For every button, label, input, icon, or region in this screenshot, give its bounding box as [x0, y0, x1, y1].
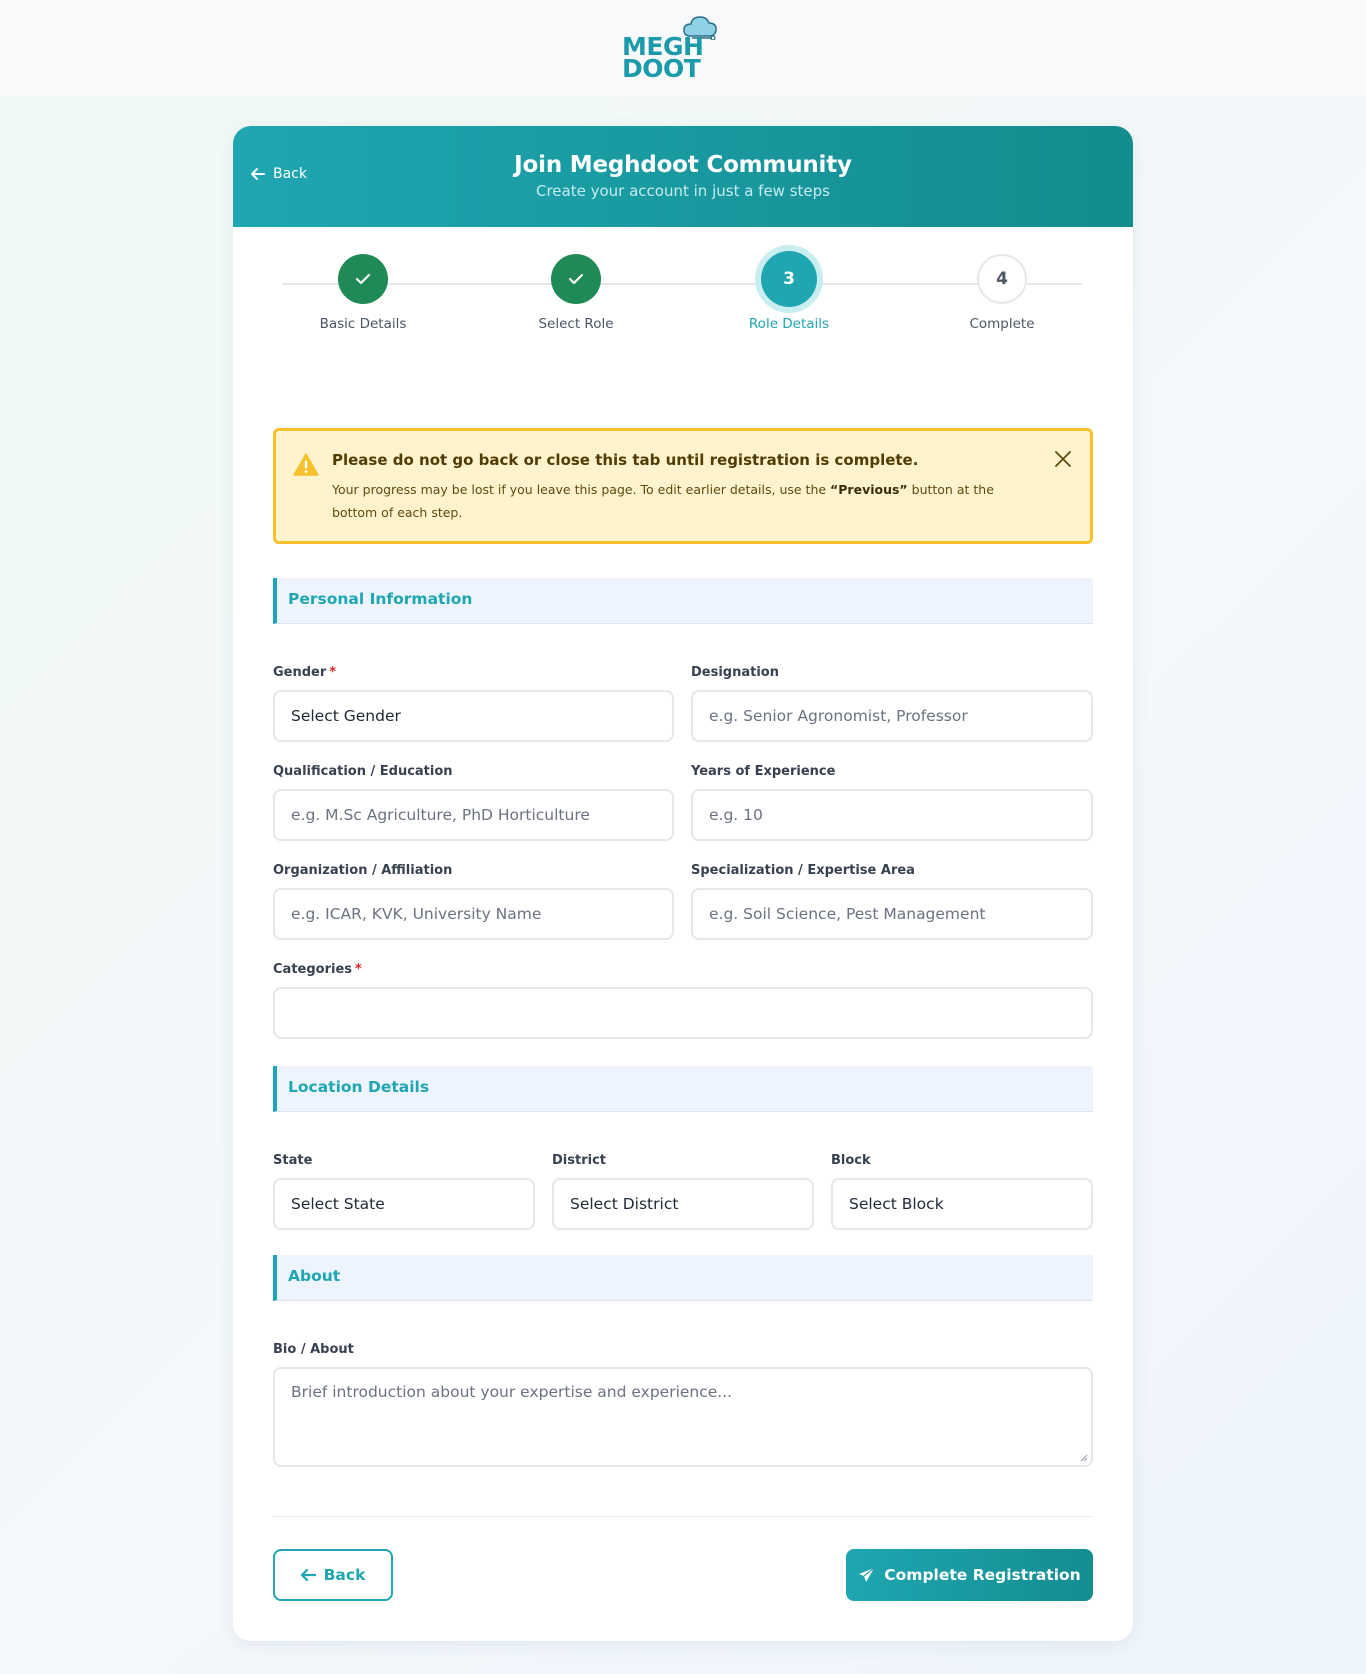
logo-line-2: DOOT [622, 54, 701, 83]
state-select[interactable]: Select State [273, 1178, 535, 1230]
block-field: Block Select Block [831, 1153, 1093, 1230]
section-title: Location Details [288, 1078, 430, 1096]
registration-card: Back Join Meghdoot Community Create your… [233, 126, 1133, 1641]
categories-field: Categories * [273, 962, 1093, 1039]
organization-field: Organization / Affiliation e.g. ICAR, KV… [273, 863, 674, 940]
district-select[interactable]: Select District [552, 1178, 814, 1230]
section-title: About [288, 1267, 341, 1285]
qualification-field: Qualification / Education e.g. M.Sc Agri… [273, 764, 674, 841]
step-complete: 4 Complete [922, 254, 1082, 332]
card-header: Back Join Meghdoot Community Create your… [233, 126, 1133, 227]
step-circle: 3 [761, 251, 817, 307]
bio-field: Bio / About Brief introduction about you… [273, 1342, 1093, 1467]
alert-body: Your progress may be lost if you leave t… [332, 478, 1042, 524]
back-button[interactable]: Back [273, 1549, 393, 1601]
resize-handle-icon[interactable] [1079, 1453, 1088, 1462]
experience-field: Years of Experience e.g. 10 [691, 764, 1093, 841]
section-about: About [273, 1255, 1093, 1301]
complete-registration-button[interactable]: Complete Registration [846, 1549, 1093, 1601]
qualification-label: Qualification / Education [273, 764, 453, 779]
close-icon[interactable] [1054, 450, 1072, 468]
gender-label: Gender * [273, 665, 337, 680]
step-basic-details: Basic Details [283, 254, 443, 332]
block-select[interactable]: Select Block [831, 1178, 1093, 1230]
step-select-role: Select Role [496, 254, 656, 332]
bio-placeholder: Brief introduction about your expertise … [291, 1383, 733, 1401]
experience-input[interactable]: e.g. 10 [691, 789, 1093, 841]
section-location-details: Location Details [273, 1066, 1093, 1112]
step-circle [551, 254, 601, 304]
step-label: Select Role [538, 316, 614, 332]
page-subtitle: Create your account in just a few steps [536, 182, 830, 200]
state-field: State Select State [273, 1153, 535, 1230]
section-title: Personal Information [288, 590, 473, 608]
step-circle: 4 [977, 254, 1027, 304]
bio-label: Bio / About [273, 1342, 354, 1357]
top-bar: MEGH DOOT [0, 0, 1366, 96]
designation-label: Designation [691, 665, 779, 680]
check-icon [355, 273, 371, 285]
experience-label: Years of Experience [691, 764, 836, 779]
alert-body-text: Your progress may be lost if you leave t… [332, 482, 831, 497]
registration-stepper: Basic Details Select Role 3 Role Details… [233, 251, 1133, 354]
alert-title: Please do not go back or close this tab … [332, 451, 919, 469]
state-label: State [273, 1153, 313, 1168]
categories-label: Categories * [273, 962, 362, 977]
check-icon [568, 273, 584, 285]
district-label: District [552, 1153, 606, 1168]
back-button-label: Back [323, 1566, 366, 1584]
alert-body-emphasis: “Previous” [830, 482, 908, 497]
warning-triangle-icon [293, 453, 319, 476]
step-role-details: 3 Role Details [709, 251, 869, 332]
step-label: Basic Details [319, 316, 407, 332]
organization-label: Organization / Affiliation [273, 863, 453, 878]
warning-alert: Please do not go back or close this tab … [273, 428, 1093, 544]
section-personal-information: Personal Information [273, 578, 1093, 624]
complete-button-label: Complete Registration [884, 1566, 1081, 1584]
step-label: Role Details [748, 316, 830, 332]
actions-divider [273, 1516, 1093, 1517]
logo-wordmark: MEGH DOOT [622, 34, 704, 83]
specialization-field: Specialization / Expertise Area e.g. Soi… [691, 863, 1093, 940]
categories-select[interactable] [273, 987, 1093, 1039]
gender-select[interactable]: Select Gender [273, 690, 674, 742]
specialization-input[interactable]: e.g. Soil Science, Pest Management [691, 888, 1093, 940]
arrow-left-icon [300, 1569, 316, 1581]
designation-input[interactable]: e.g. Senior Agronomist, Professor [691, 690, 1093, 742]
meghdoot-logo[interactable]: MEGH DOOT [620, 14, 724, 84]
required-marker: * [355, 962, 362, 977]
organization-input[interactable]: e.g. ICAR, KVK, University Name [273, 888, 674, 940]
step-label: Complete [969, 316, 1035, 332]
paper-plane-icon [859, 1567, 875, 1582]
gender-field: Gender * Select Gender [273, 665, 674, 742]
specialization-label: Specialization / Expertise Area [691, 863, 915, 878]
page-title: Join Meghdoot Community [514, 152, 852, 178]
designation-field: Designation e.g. Senior Agronomist, Prof… [691, 665, 1093, 742]
qualification-input[interactable]: e.g. M.Sc Agriculture, PhD Horticulture [273, 789, 674, 841]
block-label: Block [831, 1153, 871, 1168]
bio-textarea[interactable]: Brief introduction about your expertise … [273, 1367, 1093, 1467]
district-field: District Select District [552, 1153, 814, 1230]
required-marker: * [329, 665, 337, 680]
step-circle [338, 254, 388, 304]
